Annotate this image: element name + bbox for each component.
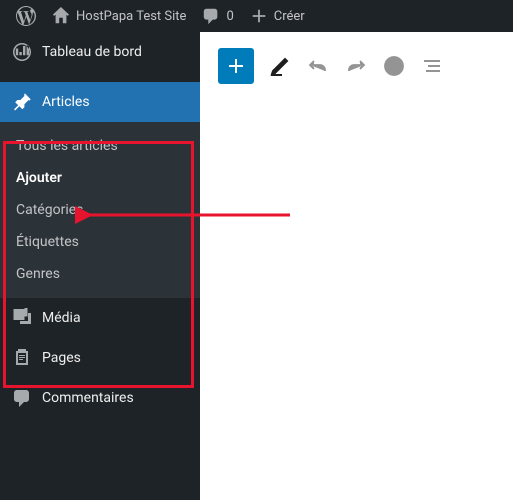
pages-icon xyxy=(12,348,32,368)
admin-sidebar: Tableau de bord Articles Tous les articl… xyxy=(0,32,200,500)
pin-icon xyxy=(12,92,32,112)
info-icon xyxy=(382,54,406,78)
info-button[interactable] xyxy=(382,54,406,78)
menu-pages[interactable]: Pages xyxy=(0,338,200,378)
editor-toolbar xyxy=(200,32,513,100)
undo-button[interactable] xyxy=(306,54,330,78)
submenu-tags[interactable]: Étiquettes xyxy=(0,226,200,258)
comments-link[interactable]: 0 xyxy=(194,0,241,32)
menu-comments-label: Commentaires xyxy=(42,390,134,406)
home-icon xyxy=(52,7,70,25)
comments-icon xyxy=(12,388,32,408)
create-label: Créer xyxy=(274,9,305,24)
pencil-icon xyxy=(268,54,292,78)
comments-count: 0 xyxy=(226,9,233,24)
menu-comments[interactable]: Commentaires xyxy=(0,378,200,418)
submenu-genres[interactable]: Genres xyxy=(0,258,200,290)
edit-mode-button[interactable] xyxy=(268,54,292,78)
submenu-categories[interactable]: Catégories xyxy=(0,194,200,226)
outline-icon xyxy=(420,54,444,78)
wp-logo[interactable] xyxy=(8,0,44,32)
admin-toolbar: HostPapa Test Site 0 Créer xyxy=(0,0,513,32)
redo-icon xyxy=(344,54,368,78)
editor-area xyxy=(200,32,513,500)
media-icon xyxy=(12,308,32,328)
site-name: HostPapa Test Site xyxy=(76,9,186,24)
menu-dashboard[interactable]: Tableau de bord xyxy=(0,32,200,72)
dashboard-icon xyxy=(12,42,32,62)
submenu-add-post[interactable]: Ajouter xyxy=(0,162,200,194)
submenu-posts: Tous les articles Ajouter Catégories Éti… xyxy=(0,122,200,298)
create-new-link[interactable]: Créer xyxy=(242,0,313,32)
menu-posts-label: Articles xyxy=(42,94,90,110)
comment-icon xyxy=(202,7,220,25)
submenu-all-posts[interactable]: Tous les articles xyxy=(0,130,200,162)
menu-media[interactable]: Média xyxy=(0,298,200,338)
menu-posts[interactable]: Articles xyxy=(0,82,200,122)
outline-button[interactable] xyxy=(420,54,444,78)
menu-pages-label: Pages xyxy=(42,350,81,366)
redo-button[interactable] xyxy=(344,54,368,78)
site-home-link[interactable]: HostPapa Test Site xyxy=(44,0,194,32)
undo-icon xyxy=(306,54,330,78)
menu-media-label: Média xyxy=(42,310,81,326)
plus-icon xyxy=(224,54,248,78)
add-block-button[interactable] xyxy=(218,48,254,84)
plus-icon xyxy=(250,7,268,25)
menu-dashboard-label: Tableau de bord xyxy=(42,44,142,60)
